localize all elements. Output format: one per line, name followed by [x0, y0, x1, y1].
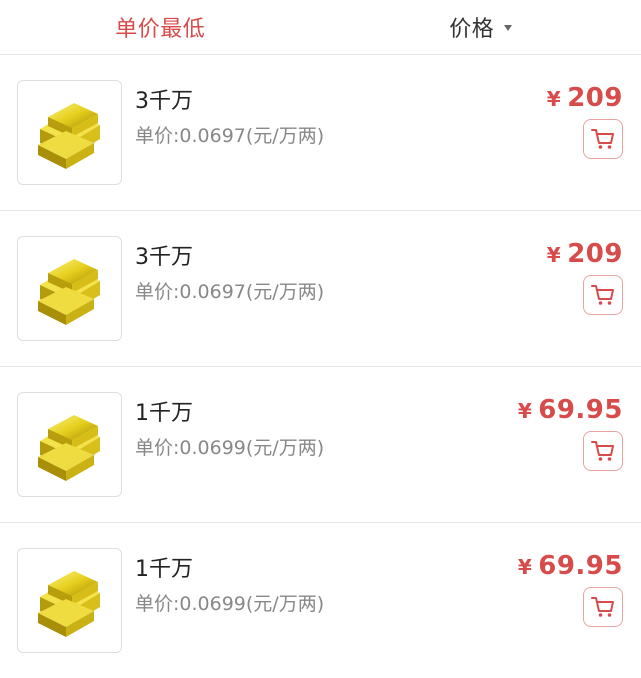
item-unit-price: 单价:0.0697(元/万两): [135, 121, 324, 148]
tab-lowest-unit-price[interactable]: 单价最低: [0, 11, 321, 43]
item-title: 1千万: [135, 551, 193, 583]
currency-symbol: ¥: [547, 243, 561, 267]
item-price-value: 69.95: [538, 395, 623, 425]
item-price: ¥69.95: [518, 395, 623, 425]
item-title: 3千万: [135, 83, 193, 115]
item-price-value: 69.95: [538, 551, 623, 581]
gold-bars-icon: [17, 392, 122, 497]
cart-icon: [590, 594, 616, 620]
currency-symbol: ¥: [518, 555, 532, 579]
tab-price-label: 价格: [449, 11, 494, 43]
list-item[interactable]: 3千万 单价:0.0697(元/万两) ¥209: [0, 55, 641, 211]
item-price: ¥209: [547, 83, 623, 113]
add-to-cart-button[interactable]: [583, 587, 623, 627]
cart-icon: [590, 282, 616, 308]
item-unit-price: 单价:0.0699(元/万两): [135, 433, 324, 460]
sort-tabs: 单价最低 价格: [0, 0, 641, 55]
add-to-cart-button[interactable]: [583, 119, 623, 159]
item-title: 3千万: [135, 239, 193, 271]
list-item[interactable]: 3千万 单价:0.0697(元/万两) ¥209: [0, 211, 641, 367]
add-to-cart-button[interactable]: [583, 431, 623, 471]
currency-symbol: ¥: [518, 399, 532, 423]
item-price-value: 209: [567, 83, 623, 113]
tab-price[interactable]: 价格: [321, 11, 641, 43]
product-list: 3千万 单价:0.0697(元/万两) ¥209: [0, 55, 641, 678]
item-price: ¥69.95: [518, 551, 623, 581]
cart-icon: [590, 438, 616, 464]
cart-icon: [590, 126, 616, 152]
gold-bars-icon: [17, 80, 122, 185]
tab-lowest-unit-price-label: 单价最低: [115, 11, 205, 43]
gold-bars-icon: [17, 236, 122, 341]
list-item[interactable]: 1千万 单价:0.0699(元/万两) ¥69.95: [0, 523, 641, 678]
item-title: 1千万: [135, 395, 193, 427]
item-price: ¥209: [547, 239, 623, 269]
gold-bars-icon: [17, 548, 122, 653]
list-item[interactable]: 1千万 单价:0.0699(元/万两) ¥69.95: [0, 367, 641, 523]
item-unit-price: 单价:0.0699(元/万两): [135, 589, 324, 616]
add-to-cart-button[interactable]: [583, 275, 623, 315]
item-unit-price: 单价:0.0697(元/万两): [135, 277, 324, 304]
item-price-value: 209: [567, 239, 623, 269]
caret-down-icon: [504, 25, 512, 31]
currency-symbol: ¥: [547, 87, 561, 111]
